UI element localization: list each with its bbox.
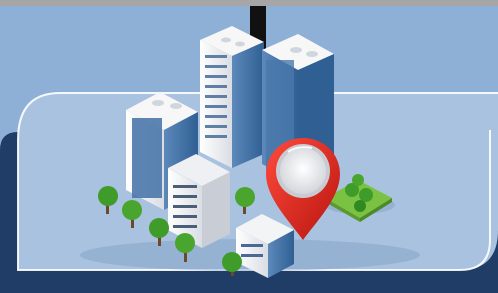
building-center — [200, 26, 264, 168]
building-mid — [168, 154, 230, 248]
top-bar — [0, 0, 498, 6]
city-map-illustration — [0, 0, 498, 293]
